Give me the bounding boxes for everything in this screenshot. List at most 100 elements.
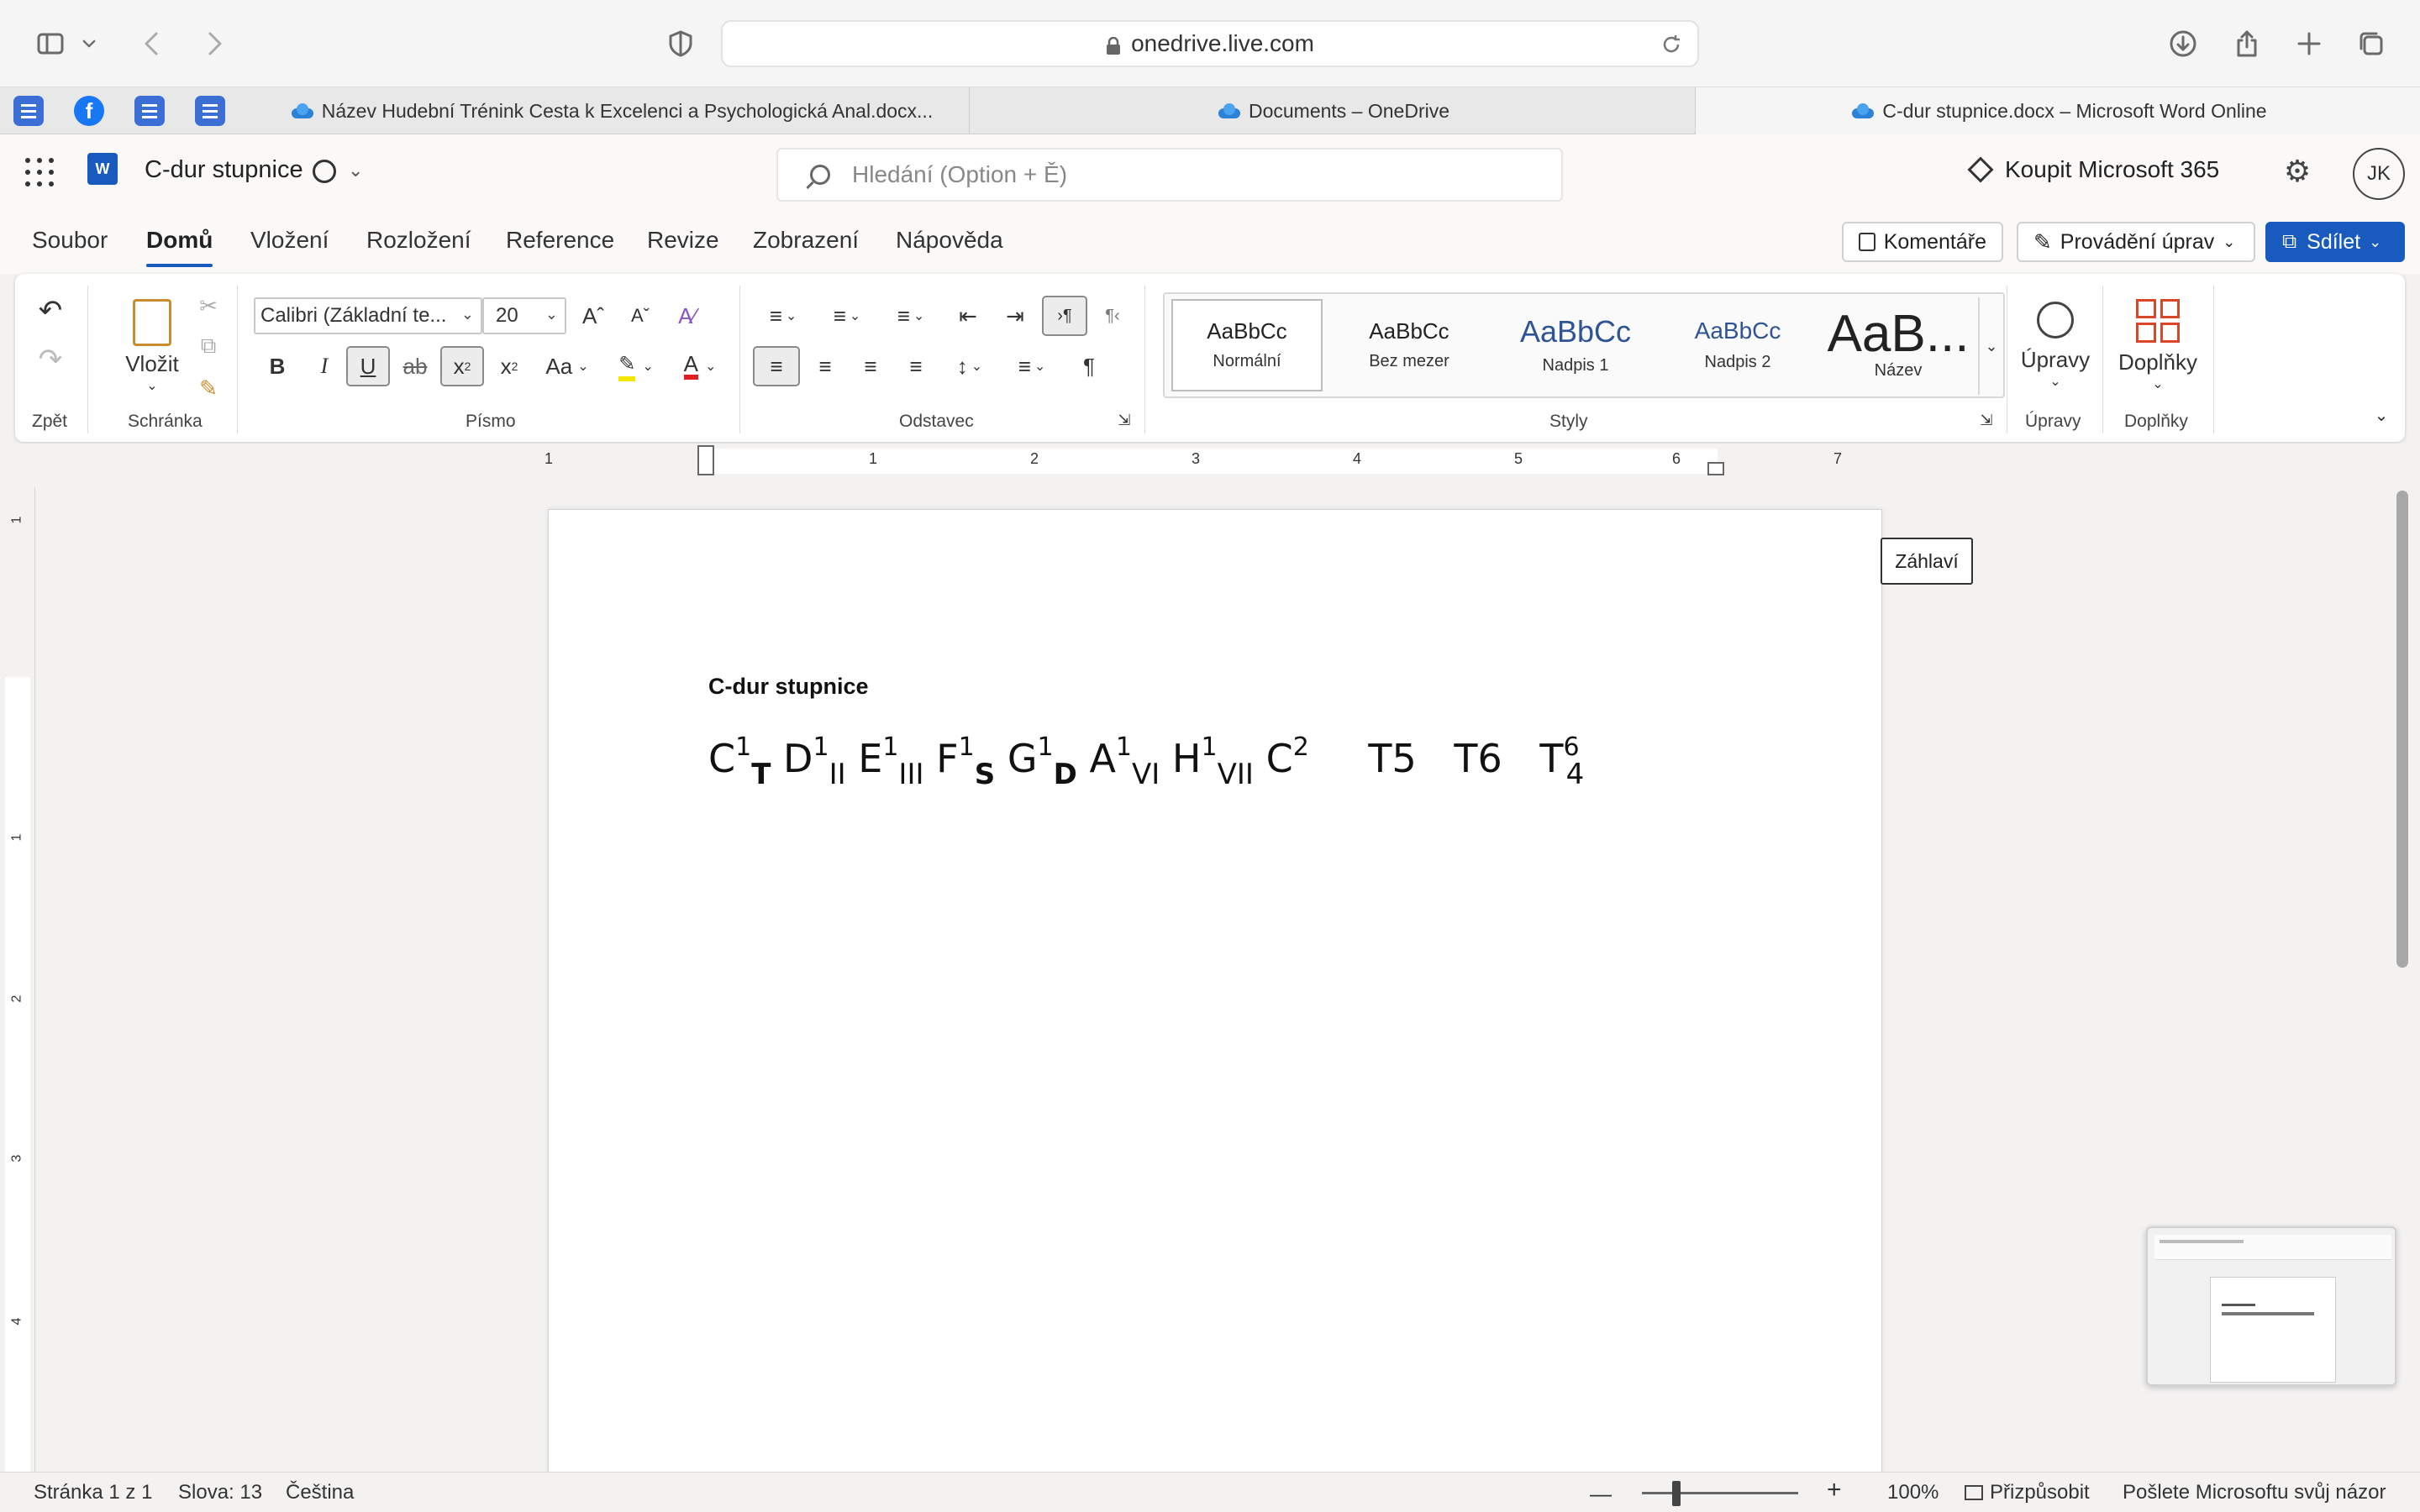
align-center-icon[interactable]: ≡ [807, 348, 844, 385]
pinned-tab-docs-icon[interactable] [195, 96, 225, 126]
pinned-tab-facebook-icon[interactable]: f [74, 96, 104, 126]
cut-icon[interactable]: ✂ [192, 289, 225, 323]
language[interactable]: Čeština [286, 1481, 354, 1504]
superscript-button[interactable]: x2 [491, 348, 528, 385]
subscript-button[interactable]: x2 [440, 346, 484, 386]
tab-review[interactable]: Revize [647, 227, 719, 254]
address-bar[interactable]: onedrive.live.com [721, 20, 1699, 67]
undo-icon[interactable]: ↶ [32, 292, 69, 329]
privacy-shield-icon[interactable] [662, 25, 699, 62]
show-formatting-icon[interactable]: ¶ [1071, 348, 1107, 385]
copy-icon[interactable]: ⧉ [192, 329, 225, 363]
paragraph-spacing-icon[interactable]: ≡ ⌄ [1007, 348, 1057, 385]
align-right-icon[interactable]: ≡ [852, 348, 889, 385]
paste-button[interactable]: Vložit ⌄ [106, 287, 198, 405]
clear-formatting-icon[interactable]: A∕ [669, 297, 706, 334]
tab-music-training[interactable]: Název Hudební Trénink Cesta k Excelenci … [252, 87, 970, 134]
bullets-icon[interactable]: ≡ ⌄ [758, 297, 808, 334]
style-normal[interactable]: AaBbCc Normální [1171, 299, 1323, 391]
right-indent-marker[interactable] [1707, 462, 1724, 475]
document-title[interactable]: C-dur stupnice [145, 156, 303, 184]
grow-font-icon[interactable]: Aˆ [575, 297, 612, 334]
style-heading-1[interactable]: AaBbCc Nadpis 1 [1496, 299, 1655, 391]
tab-word-online[interactable]: C-dur stupnice.docx – Microsoft Word Onl… [1696, 87, 2420, 134]
document-heading[interactable]: C-dur stupnice [708, 674, 869, 700]
indent-marker[interactable] [697, 445, 714, 475]
pinned-tab-docs-icon[interactable] [13, 96, 44, 126]
new-tab-icon[interactable] [2291, 25, 2328, 62]
decrease-indent-icon[interactable]: ⇤ [950, 297, 986, 334]
style-heading-2[interactable]: AaBbCc Nadpis 2 [1660, 299, 1815, 391]
share-icon[interactable] [2228, 25, 2265, 62]
underline-button[interactable]: U [346, 346, 390, 386]
tab-layout[interactable]: Rozložení [366, 227, 471, 254]
zoom-out-button[interactable]: — [1590, 1481, 1612, 1507]
rtl-direction-icon[interactable]: ¶‹ [1094, 297, 1131, 334]
editing-mode-button[interactable]: ✎ Provádění úprav ⌄ [2017, 222, 2255, 262]
tab-file[interactable]: Soubor [32, 227, 108, 254]
scale-notation-line[interactable]: C1T D1II E1III F1S G1D A1VI H1VII C2 T5 … [708, 732, 1584, 791]
chevron-down-icon[interactable]: ⌄ [348, 160, 363, 181]
app-launcher-icon[interactable] [25, 158, 54, 186]
tab-references[interactable]: Reference [506, 227, 614, 254]
tab-overview-icon[interactable] [2353, 25, 2390, 62]
font-color-button[interactable]: A ⌄ [671, 348, 729, 385]
downloads-icon[interactable] [2165, 25, 2202, 62]
pinned-tab-docs-icon[interactable] [134, 96, 165, 126]
share-button[interactable]: ⧉ Sdílet ⌄ [2265, 222, 2405, 262]
line-spacing-icon[interactable]: ↕ ⌄ [944, 348, 995, 385]
tab-help[interactable]: Nápověda [896, 227, 1003, 254]
redo-icon[interactable]: ↷ [32, 341, 69, 378]
feedback-link[interactable]: Pošlete Microsoftu svůj názor [2123, 1481, 2386, 1504]
highlight-color-button[interactable]: ✎ ⌄ [607, 348, 666, 385]
avatar[interactable]: JK [2353, 148, 2405, 200]
forward-icon[interactable] [195, 25, 232, 62]
zoom-slider[interactable] [1642, 1492, 1798, 1494]
paragraph-dialog-icon[interactable]: ⇲ [1113, 408, 1136, 432]
header-tag[interactable]: Záhlaví [1881, 538, 1973, 585]
styles-dialog-icon[interactable]: ⇲ [1975, 408, 1998, 432]
zoom-slider-handle[interactable] [1672, 1481, 1681, 1506]
back-icon[interactable] [134, 25, 171, 62]
comments-button[interactable]: Komentáře [1842, 222, 2003, 262]
tab-onedrive-documents[interactable]: Documents – OneDrive [970, 87, 1696, 134]
addins-button[interactable]: Doplňky ⌄ [2111, 291, 2205, 400]
increase-indent-icon[interactable]: ⇥ [997, 297, 1034, 334]
style-title[interactable]: AaB... Název [1822, 299, 1975, 391]
font-size-select[interactable]: 20 ⌄ [482, 297, 566, 334]
multilevel-list-icon[interactable]: ≡ ⌄ [886, 297, 936, 334]
style-no-spacing[interactable]: AaBbCc Bez mezer [1329, 299, 1489, 391]
format-painter-icon[interactable]: ✎ [192, 371, 225, 405]
bold-button[interactable]: B [259, 348, 296, 385]
fit-button[interactable]: Přizpůsobit [1965, 1481, 2090, 1504]
sidebar-toggle-icon[interactable] [32, 25, 69, 62]
gear-icon[interactable]: ⚙ [2281, 155, 2314, 188]
document-page[interactable] [548, 509, 1882, 1472]
font-name-select[interactable]: Calibri (Základní te... ⌄ [254, 297, 482, 334]
tab-insert[interactable]: Vložení [250, 227, 329, 254]
word-count[interactable]: Slova: 13 [178, 1481, 262, 1504]
tab-view[interactable]: Zobrazení [753, 227, 859, 254]
strikethrough-button[interactable]: ab [397, 348, 434, 385]
styles-more-icon[interactable]: ⌄ [1978, 297, 2003, 395]
numbering-icon[interactable]: ≡ ⌄ [822, 297, 872, 334]
document-canvas[interactable] [35, 482, 2395, 1472]
screenshot-thumbnail[interactable] [2146, 1226, 2396, 1386]
justify-icon[interactable]: ≡ [897, 348, 934, 385]
saved-status-icon[interactable] [313, 160, 336, 183]
change-case-button[interactable]: Aa ⌄ [536, 348, 598, 385]
align-left-icon[interactable]: ≡ [753, 346, 800, 386]
tab-home[interactable]: Domů [146, 227, 213, 267]
vertical-scrollbar[interactable] [2396, 491, 2408, 968]
buy-microsoft-365-link[interactable]: Koupit Microsoft 365 [1967, 156, 2219, 183]
ltr-direction-icon[interactable]: ›¶ [1042, 296, 1087, 336]
italic-button[interactable]: I [306, 348, 343, 385]
editing-button[interactable]: Úpravy ⌄ [2018, 291, 2092, 400]
shrink-font-icon[interactable]: Aˇ [622, 297, 659, 334]
search-input[interactable]: Hledání (Option + Ě) [776, 148, 1563, 202]
reload-icon[interactable] [1660, 34, 1682, 61]
zoom-level[interactable]: 100% [1887, 1481, 1939, 1504]
zoom-in-button[interactable]: + [1827, 1476, 1842, 1504]
chevron-down-icon[interactable] [77, 25, 101, 62]
ribbon-collapse-icon[interactable]: ⌄ [2368, 402, 2395, 428]
